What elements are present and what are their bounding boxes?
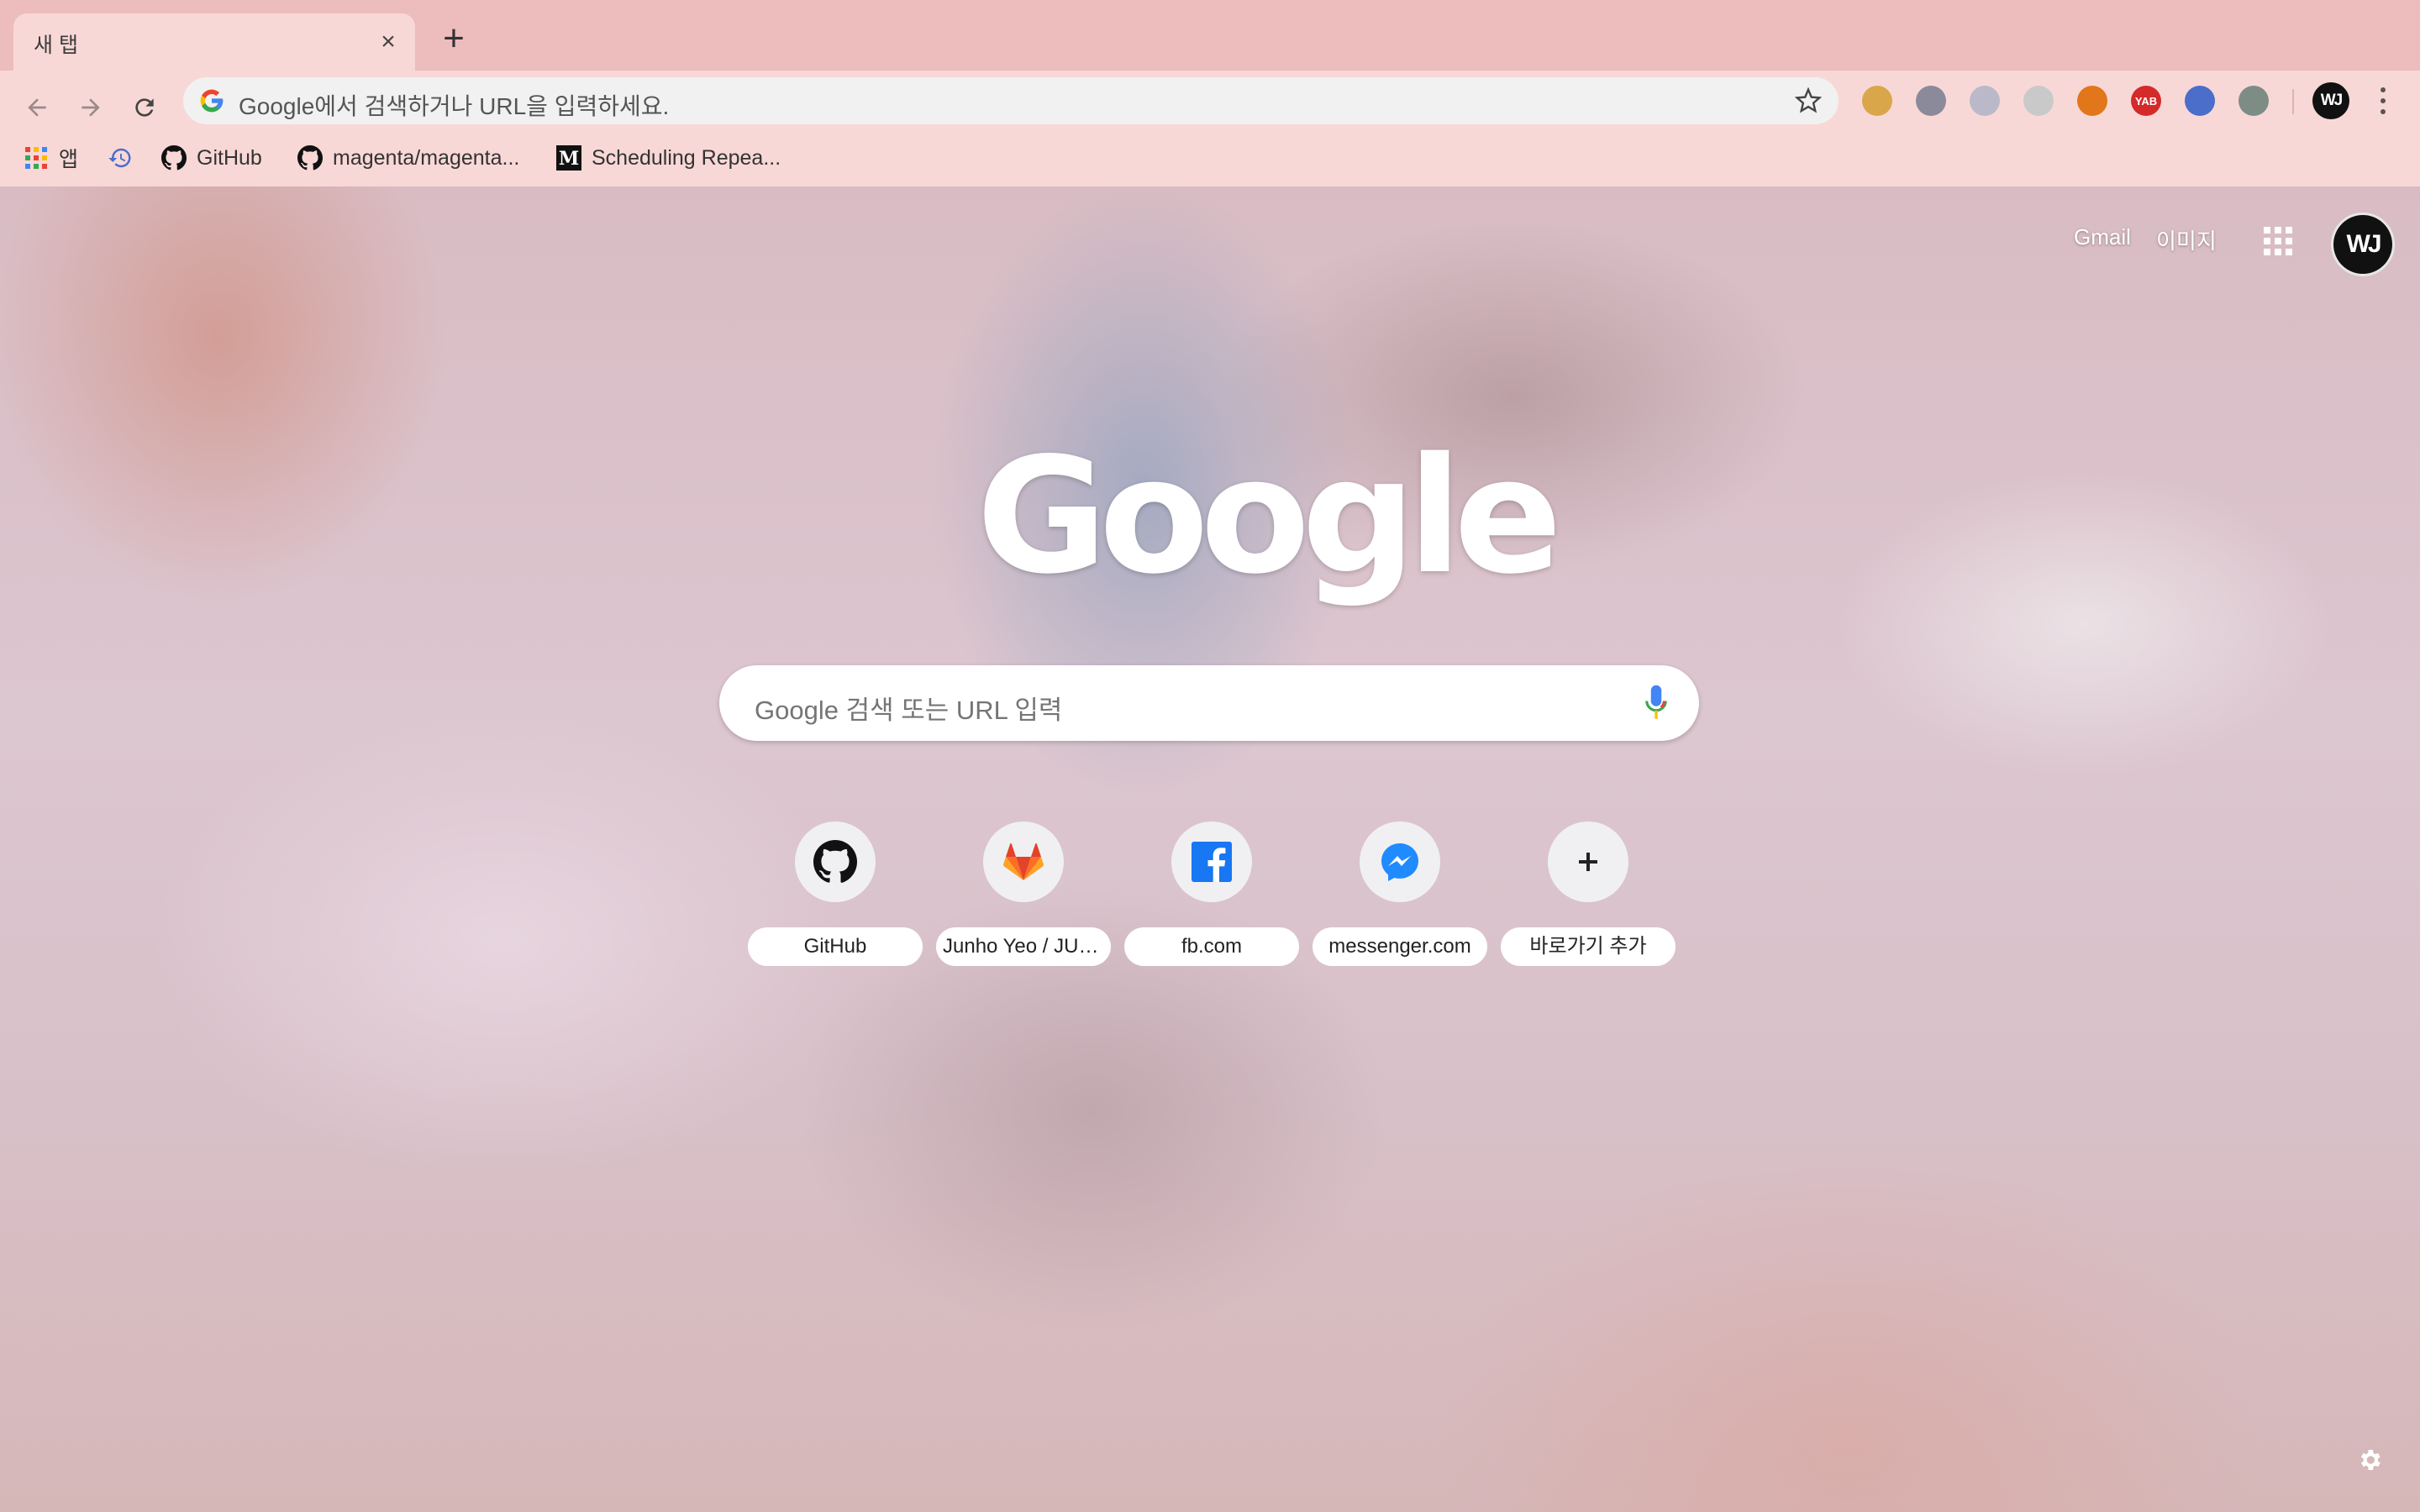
arrow-left-icon	[28, 98, 46, 117]
account-avatar[interactable]: WJ	[2331, 213, 2395, 276]
profile-avatar[interactable]: WJ	[2312, 82, 2349, 119]
plus-icon	[1579, 853, 1597, 871]
shortcut-label[interactable]: Junho Yeo / JUNHO.IO	[936, 927, 1111, 966]
bookmark-scheduling[interactable]: M Scheduling Repea...	[556, 141, 781, 175]
new-tab-button[interactable]: +	[437, 20, 471, 57]
bookmark-label: magenta/magenta...	[333, 145, 520, 170]
tab-title: 새 탭	[34, 34, 78, 57]
gear-icon[interactable]	[2356, 1446, 2383, 1473]
toolbar-divider	[2292, 89, 2294, 114]
tab-strip: 새 탭 × +	[0, 0, 2420, 71]
bookmark-github[interactable]: GitHub	[161, 141, 262, 175]
logo-letter: G	[976, 423, 1107, 609]
facebook-icon	[1192, 842, 1232, 882]
back-button[interactable]	[17, 87, 57, 128]
star-icon[interactable]	[1795, 87, 1822, 114]
apps-grid-icon	[24, 145, 49, 171]
vue-devtools-extension-icon[interactable]	[2238, 86, 2269, 116]
bookmark-magenta[interactable]: magenta/magenta...	[297, 141, 519, 175]
search-box[interactable]: Google 검색 또는 URL 입력	[719, 665, 1699, 741]
yab-extension-icon[interactable]: YAB	[2131, 86, 2161, 116]
forward-button[interactable]	[71, 87, 111, 128]
microphone-icon[interactable]	[1644, 684, 1669, 722]
bookmark-apps[interactable]: 앱	[24, 141, 78, 175]
history-icon	[108, 145, 133, 171]
glasses-extension-icon[interactable]	[2185, 86, 2215, 116]
more-menu-icon[interactable]	[2368, 84, 2398, 118]
bookmark-label: Scheduling Repea...	[592, 145, 781, 170]
address-bar[interactable]: Google에서 검색하거나 URL을 입력하세요.	[183, 77, 1839, 124]
cookie-extension-icon[interactable]	[1862, 86, 1892, 116]
shortcut-github[interactable]	[795, 822, 876, 902]
github-icon	[297, 145, 323, 171]
reload-button[interactable]	[124, 87, 165, 128]
shortcut-messenger[interactable]	[1360, 822, 1440, 902]
mascot-extension-icon[interactable]	[1916, 86, 1946, 116]
google-g-icon	[200, 89, 224, 113]
google-apps-icon[interactable]	[2264, 227, 2292, 255]
bookmark-history[interactable]	[108, 141, 143, 175]
toolbar: Google에서 검색하거나 URL을 입력하세요. YAB WJ 앱 GitH…	[0, 71, 2420, 201]
shortcut-label[interactable]: fb.com	[1124, 927, 1299, 966]
logo-letter: g	[1302, 423, 1416, 609]
shortcut-facebook[interactable]	[1171, 822, 1252, 902]
messenger-icon	[1381, 843, 1418, 881]
metamask-extension-icon[interactable]	[2077, 86, 2107, 116]
google-logo: Google	[976, 437, 1562, 596]
new-tab-page: Gmail 이미지 WJ Google Google 검색 또는 URL 입력 …	[0, 186, 2420, 1512]
search-input[interactable]: Google 검색 또는 URL 입력	[755, 689, 1062, 727]
shortcut-gitlab[interactable]	[983, 822, 1064, 902]
logo-letter: o	[1098, 423, 1209, 609]
logo-letter: o	[1200, 423, 1311, 609]
logo-letter: e	[1454, 423, 1562, 609]
tab-new-tab[interactable]: 새 탭 ×	[13, 13, 415, 71]
bookmark-label: 앱	[59, 148, 79, 171]
logo-letter: l	[1407, 423, 1462, 609]
close-icon[interactable]: ×	[375, 29, 402, 55]
images-link[interactable]: 이미지	[2156, 224, 2217, 255]
discord-extension-icon[interactable]	[1970, 86, 2000, 116]
shortcut-label[interactable]: 바로가기 추가	[1501, 927, 1676, 966]
github-icon	[813, 840, 857, 883]
github-icon	[161, 145, 187, 171]
address-input[interactable]: Google에서 검색하거나 URL을 입력하세요.	[239, 88, 669, 122]
add-shortcut-button[interactable]	[1548, 822, 1628, 902]
shortcut-label[interactable]: messenger.com	[1313, 927, 1487, 966]
arrow-right-icon	[82, 98, 100, 117]
svg-text:M: M	[559, 148, 579, 170]
bookmark-label: GitHub	[197, 145, 262, 170]
camera-extension-icon[interactable]	[2023, 86, 2054, 116]
medium-icon: M	[556, 145, 581, 171]
reload-icon	[135, 98, 154, 117]
gitlab-icon	[1002, 843, 1044, 880]
gmail-link[interactable]: Gmail	[2074, 224, 2131, 250]
shortcut-label[interactable]: GitHub	[748, 927, 923, 966]
